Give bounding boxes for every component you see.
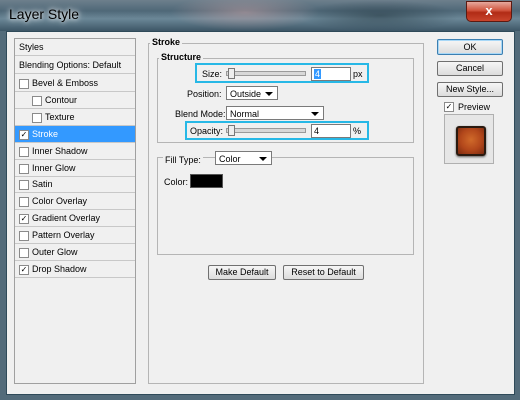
opacity-label: Opacity: <box>190 126 224 136</box>
style-item-label: Color Overlay <box>32 196 88 207</box>
preview-checkbox[interactable]: ✓ <box>444 102 454 112</box>
make-default-button[interactable]: Make Default <box>208 265 276 280</box>
fill-type-dropdown[interactable]: Color <box>215 151 272 165</box>
close-icon: x <box>485 3 493 18</box>
style-item-label: Stroke <box>32 128 59 139</box>
opacity-unit: % <box>353 126 362 136</box>
style-item-bevel-emboss[interactable]: Bevel & Emboss <box>15 75 135 92</box>
style-checkbox[interactable] <box>32 95 42 106</box>
size-value: 4 <box>314 69 322 79</box>
preview-swatch-image <box>456 126 486 156</box>
size-slider-thumb[interactable] <box>228 68 235 79</box>
style-item-label: Satin <box>32 179 53 190</box>
titlebar-glass-highlight <box>170 0 320 31</box>
style-checkbox[interactable]: ✓ <box>19 129 29 140</box>
size-slider-track[interactable] <box>226 71 306 76</box>
new-style-button[interactable]: New Style... <box>437 82 503 97</box>
fill-type-value: Color <box>219 154 241 164</box>
chevron-down-icon <box>259 157 267 161</box>
style-checkbox[interactable] <box>32 112 42 123</box>
style-item-satin[interactable]: Satin <box>15 176 135 194</box>
structure-title: Structure <box>159 52 204 62</box>
style-item-drop-shadow[interactable]: ✓ Drop Shadow <box>15 261 135 278</box>
reset-default-label: Reset to Default <box>291 267 356 277</box>
color-swatch[interactable] <box>190 174 223 188</box>
position-dropdown[interactable]: Outside <box>226 86 278 100</box>
styles-header-label: Styles <box>19 42 44 52</box>
check-icon: ✓ <box>445 102 453 111</box>
style-preview <box>444 114 494 164</box>
opacity-slider-thumb[interactable] <box>228 125 235 136</box>
opacity-input[interactable]: 4 <box>311 124 351 138</box>
style-item-label: Outer Glow <box>32 247 78 257</box>
opacity-slider-track[interactable] <box>226 128 306 133</box>
blend-mode-dropdown[interactable]: Normal <box>226 106 324 120</box>
chevron-down-icon <box>265 92 273 96</box>
title-bar: Layer Style x <box>0 0 520 31</box>
close-button[interactable]: x <box>466 1 512 22</box>
style-item-label: Pattern Overlay <box>32 230 95 241</box>
fill-group <box>157 157 414 255</box>
fill-type-label: Fill Type: <box>163 155 203 165</box>
position-value: Outside <box>230 89 262 99</box>
style-item-inner-shadow[interactable]: Inner Shadow <box>15 143 135 160</box>
style-checkbox[interactable] <box>19 197 29 208</box>
style-item-label: Inner Shadow <box>32 145 88 156</box>
style-item-inner-glow[interactable]: Inner Glow <box>15 160 135 177</box>
style-item-contour[interactable]: Contour <box>15 92 135 109</box>
style-item-gradient-overlay[interactable]: ✓ Gradient Overlay <box>15 210 135 228</box>
style-checkbox[interactable] <box>19 146 29 157</box>
style-checkbox[interactable] <box>19 248 29 258</box>
style-item-texture[interactable]: Texture <box>15 109 135 126</box>
blend-mode-label: Blend Mode: <box>175 109 226 119</box>
style-checkbox[interactable]: ✓ <box>19 264 29 275</box>
size-input[interactable]: 4 <box>311 67 351 81</box>
titlebar-glass-shadow <box>300 0 460 31</box>
style-item-label: Drop Shadow <box>32 263 87 274</box>
ok-label: OK <box>463 42 477 52</box>
chevron-down-icon <box>311 112 319 116</box>
preview-label: Preview <box>458 102 491 112</box>
style-checkbox[interactable]: ✓ <box>19 214 29 225</box>
size-label: Size: <box>202 69 223 79</box>
style-item-stroke[interactable]: ✓ Stroke <box>15 125 135 143</box>
style-checkbox[interactable] <box>19 231 29 242</box>
style-item-label: Inner Glow <box>32 162 76 173</box>
ok-button[interactable]: OK <box>437 39 503 55</box>
make-default-label: Make Default <box>215 267 269 277</box>
blending-options-item[interactable]: Blending Options: Default <box>15 57 135 74</box>
style-checkbox[interactable] <box>19 79 29 89</box>
cancel-label: Cancel <box>455 63 484 73</box>
style-item-label: Gradient Overlay <box>32 213 101 224</box>
size-unit: px <box>353 69 363 79</box>
opacity-value: 4 <box>314 126 320 136</box>
blend-mode-value: Normal <box>230 109 260 119</box>
styles-header[interactable]: Styles <box>15 39 135 56</box>
blending-options-label: Blending Options: Default <box>19 60 122 70</box>
window-title: Layer Style <box>9 6 80 22</box>
color-label: Color: <box>164 177 189 187</box>
stroke-section-title: Stroke <box>150 37 183 47</box>
style-item-pattern-overlay[interactable]: Pattern Overlay <box>15 227 135 245</box>
style-item-color-overlay[interactable]: Color Overlay <box>15 193 135 211</box>
style-item-label: Contour <box>45 94 78 105</box>
reset-default-button[interactable]: Reset to Default <box>283 265 364 280</box>
styles-list: Styles Blending Options: Default Bevel &… <box>14 38 136 384</box>
cancel-button[interactable]: Cancel <box>437 61 503 76</box>
position-label: Position: <box>187 89 222 99</box>
style-item-label: Texture <box>45 111 75 122</box>
style-item-label: Bevel & Emboss <box>32 78 99 88</box>
style-checkbox[interactable] <box>19 163 29 174</box>
new-style-label: New Style... <box>445 84 494 94</box>
style-checkbox[interactable] <box>19 180 29 191</box>
style-item-outer-glow[interactable]: Outer Glow <box>15 244 135 261</box>
